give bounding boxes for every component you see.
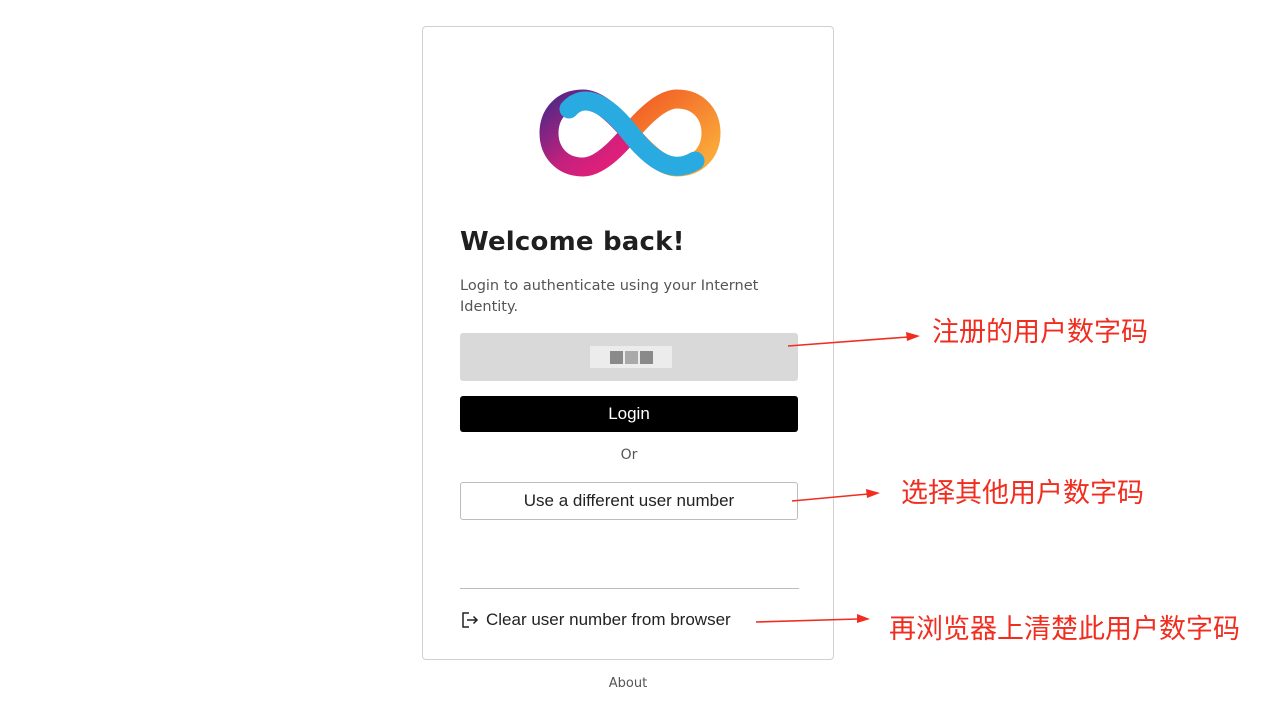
user-number-field[interactable] xyxy=(460,333,798,381)
divider xyxy=(460,588,799,589)
page-subtitle: Login to authenticate using your Interne… xyxy=(460,278,759,315)
annotation-clear-browser: 再浏览器上清楚此用户数字码 xyxy=(889,614,1240,645)
clear-user-number-label: Clear user number from browser xyxy=(486,610,731,629)
infinity-logo-icon xyxy=(539,89,721,177)
annotation-registered-number: 注册的用户数字码 xyxy=(932,317,1148,348)
page-title: Welcome back! xyxy=(460,227,685,257)
logout-icon xyxy=(462,612,479,628)
login-card: Welcome back! Login to authenticate usin… xyxy=(422,26,834,660)
login-button[interactable]: Login xyxy=(460,396,798,432)
about-link[interactable]: About xyxy=(422,676,834,691)
redacted-user-number xyxy=(590,346,672,368)
use-different-user-number-button[interactable]: Use a different user number xyxy=(460,482,798,520)
or-separator: Or xyxy=(620,447,638,463)
clear-user-number-link[interactable]: Clear user number from browser xyxy=(461,610,731,630)
annotation-choose-other: 选择其他用户数字码 xyxy=(901,478,1144,509)
